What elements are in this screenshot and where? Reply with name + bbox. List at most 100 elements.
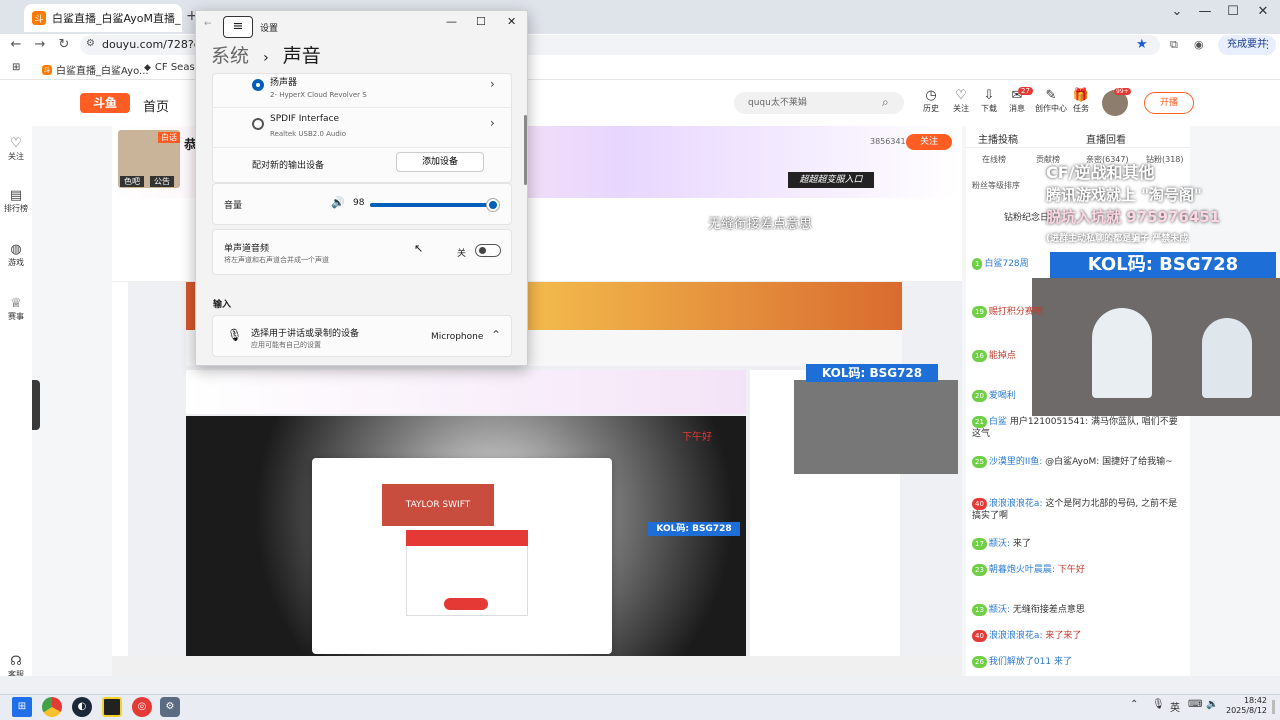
sort-label[interactable]: 粉丝等级排序: [972, 180, 1020, 191]
message-label: 消息: [1009, 104, 1025, 113]
tab-anchor-post[interactable]: 主播投稿: [978, 131, 1018, 146]
settings-icon[interactable]: ⚙: [160, 697, 180, 717]
follow-button[interactable]: 关注: [906, 134, 952, 150]
tray-chevron-icon[interactable]: ⌃: [1130, 699, 1138, 710]
creator-button[interactable]: ✎ 创作中心: [1034, 88, 1068, 114]
nested-rail: [112, 282, 128, 656]
hamburger-icon[interactable]: ≡: [223, 16, 253, 38]
douyu-icon: 斗: [42, 64, 52, 75]
menu-dots-icon[interactable]: ⋮: [1262, 38, 1273, 51]
chat-user[interactable]: 沙漠里的II鱼: [989, 457, 1039, 467]
extension-icon[interactable]: ⧉: [1170, 38, 1178, 52]
tab-online[interactable]: 在线榜: [982, 154, 1006, 165]
douyu-logo[interactable]: 斗鱼: [80, 93, 130, 113]
bookmark-cf[interactable]: ◆ CF Seaso: [144, 62, 201, 73]
rail-follow[interactable]: ♡ 关注: [0, 136, 32, 162]
back-icon[interactable]: ←: [204, 19, 212, 29]
taskbar-clock[interactable]: 18:42 2025/8/12: [1226, 696, 1267, 716]
tab-replay[interactable]: 直播回看: [1086, 131, 1126, 146]
nested-kol-banner: KOL码: BSG728: [806, 364, 938, 382]
chat-user[interactable]: 颛沃: [989, 539, 1007, 549]
chat-user[interactable]: 浪浪浪浪花a: [989, 499, 1040, 509]
music-popup-button[interactable]: [444, 598, 488, 610]
mouse-cursor: ↖: [414, 242, 424, 255]
volume-slider[interactable]: [370, 203, 496, 207]
stream-overlay-text: CF/逆战和其他 腾讯游戏就上 "淘号阁" 脱坑入坑就 975976451 (进…: [1046, 162, 1276, 250]
rank-icon: ▤: [9, 188, 23, 203]
go-live-button[interactable]: 开播: [1144, 92, 1194, 114]
clock-date: 2025/8/12: [1226, 706, 1268, 715]
level-badge: 23: [972, 564, 987, 576]
device-speaker[interactable]: 扬声器 2- HyperX Cloud Revolver S ›: [212, 73, 512, 105]
download-button[interactable]: ⇩ 下载: [976, 88, 1002, 114]
show-desktop-button[interactable]: [1272, 700, 1275, 714]
chrome-icon[interactable]: [42, 697, 62, 717]
volume-tray-icon[interactable]: 🔉: [1206, 699, 1218, 710]
anchor-tag-1: 色吧: [120, 176, 144, 187]
chevron-right-icon[interactable]: ›: [490, 116, 495, 130]
chat-user[interactable]: 颛沃: [989, 605, 1007, 615]
bookmark-label: 白鲨直播_白鲨Ayo...: [56, 66, 149, 77]
network-icon[interactable]: ⌨: [1188, 699, 1202, 710]
settings-scrollbar[interactable]: [524, 115, 527, 185]
bookmark-douyu[interactable]: 斗白鲨直播_白鲨Ayo...: [42, 62, 149, 77]
input-lang[interactable]: 英: [1170, 699, 1180, 714]
chat-user[interactable]: 白鲨728周: [984, 259, 1028, 269]
chat-user[interactable]: 朝暮炮火叶晨晨: [989, 565, 1052, 575]
back-icon[interactable]: ←: [6, 34, 26, 56]
mono-toggle[interactable]: [475, 244, 501, 257]
search-icon[interactable]: ⌕: [882, 95, 889, 110]
chat-top-item: 钻粉纪念日: [1004, 213, 1050, 223]
minimize-icon[interactable]: —: [1190, 4, 1220, 19]
app-icon[interactable]: [102, 697, 122, 717]
history-button[interactable]: ◷ 历史: [918, 88, 944, 114]
chat-message: 25 沙漠里的II鱼: @白鲨AyoM: 国捷好了给我输~: [972, 456, 1182, 468]
mic-tray-icon[interactable]: 🎙: [1152, 699, 1165, 710]
chat-user[interactable]: 浪浪浪浪花a: [989, 631, 1040, 641]
minimize-icon[interactable]: —: [446, 15, 457, 28]
rail-match[interactable]: ♕ 赛事: [0, 296, 32, 322]
site-info-icon[interactable]: ⚙: [86, 38, 95, 49]
forward-icon[interactable]: →: [30, 34, 50, 56]
rail-rank[interactable]: ▤ 排行榜: [0, 188, 32, 214]
maximize-icon[interactable]: ☐: [1218, 4, 1248, 19]
speaker-icon[interactable]: 🔊: [331, 196, 345, 209]
mono-title: 单声道音频: [224, 244, 270, 254]
close-window-icon[interactable]: ✕: [1248, 4, 1278, 19]
steam-icon[interactable]: ◐: [72, 697, 92, 717]
video-caption: 无缝衔接差点意思: [708, 217, 813, 232]
chat-user[interactable]: 白鲨: [989, 417, 1007, 427]
reload-icon[interactable]: ↻: [54, 34, 74, 56]
device-name: 扬声器: [270, 78, 298, 88]
close-icon[interactable]: ✕: [507, 15, 516, 28]
chevron-right-icon[interactable]: ›: [490, 77, 495, 91]
breadcrumb-system[interactable]: 系统: [211, 45, 249, 67]
nav-home[interactable]: 首页: [143, 96, 169, 115]
chevron-down-icon[interactable]: ⌄: [1162, 4, 1192, 19]
star-icon[interactable]: ★: [1136, 37, 1148, 52]
radio-unselected-icon[interactable]: [252, 118, 264, 130]
nested-webcam: [794, 380, 958, 474]
rail-collapse-handle[interactable]: [32, 380, 40, 430]
breadcrumb-sound: 声音: [282, 45, 321, 67]
search-input[interactable]: ququ太不莱娟: [734, 92, 904, 114]
apps-grid-icon[interactable]: ⊞: [12, 62, 20, 73]
windows-icon[interactable]: ⊞: [12, 697, 32, 717]
input-device-card[interactable]: 🎙 选择用于讲话或录制的设备 应用可能有自己的设置 Microphone ⌃: [212, 315, 512, 357]
account-icon[interactable]: ◉: [1194, 38, 1204, 51]
task-button[interactable]: 🎁 任务: [1068, 88, 1094, 114]
browser-tab[interactable]: 斗 白鲨直播_白鲨AyoM直播_白鲨 ✕: [24, 4, 182, 32]
maximize-icon[interactable]: ☐: [476, 15, 486, 28]
overlay-line-4: (进群主动私聊的都是骗子 严禁未成: [1046, 234, 1189, 244]
add-device-button[interactable]: 添加设备: [396, 152, 484, 172]
clock-icon: ◷: [925, 88, 937, 103]
radio-selected-icon[interactable]: [252, 79, 264, 91]
chat-message: 26 我们解放了011 来了: [972, 656, 1182, 668]
follow-nav-button[interactable]: ♡ 关注: [948, 88, 974, 114]
netease-icon[interactable]: ◎: [132, 697, 152, 717]
chevron-up-icon[interactable]: ⌃: [491, 328, 501, 342]
rail-game[interactable]: ◍ 游戏: [0, 242, 32, 268]
chat-user[interactable]: 爱喝利: [989, 391, 1016, 401]
event-banner[interactable]: 超超超变服入口: [788, 172, 874, 188]
device-spdif[interactable]: SPDIF Interface Realtek USB2.0 Audio ›: [212, 107, 512, 143]
